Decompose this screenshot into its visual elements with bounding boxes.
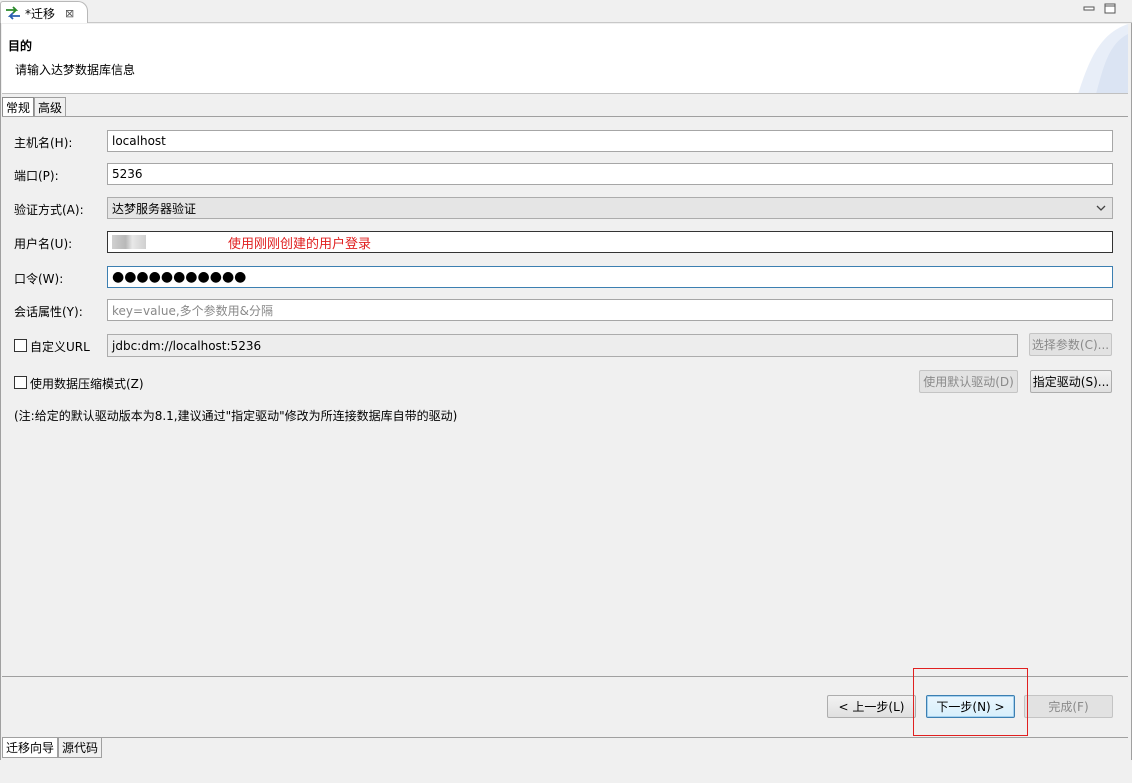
session-label: 会话属性(Y): [14,305,83,319]
host-value: localhost [112,134,166,148]
tab-advanced[interactable]: 高级 [34,97,67,117]
compression-checkbox[interactable] [14,376,27,389]
tab-migration-wizard[interactable]: 迁移向导 [2,738,59,758]
specify-driver-button[interactable]: 指定驱动(S)... [1030,370,1112,393]
auth-value: 达梦服务器验证 [112,201,197,216]
page-description: 请输入达梦数据库信息 [15,63,136,77]
compression-label: 使用数据压缩模式(Z) [30,377,144,391]
username-input[interactable]: 使用刚刚创建的用户登录 [107,231,1113,253]
editor-tab-title: *迁移 [25,6,56,21]
select-params-button[interactable]: 选择参数(C)... [1029,333,1112,356]
minimize-icon[interactable] [1083,3,1095,14]
host-label: 主机名(H): [14,136,73,150]
finish-button[interactable]: 完成(F) [1024,695,1113,718]
header-decoration-icon [1078,24,1128,93]
password-label: 口令(W): [14,272,64,286]
chevron-down-icon [1096,205,1106,211]
back-button[interactable]: < 上一步(L) [827,695,916,718]
port-label: 端口(P): [14,169,59,183]
tab-divider [2,116,1128,117]
auth-label: 验证方式(A): [14,203,84,217]
default-driver-button[interactable]: 使用默认驱动(D) [919,370,1018,393]
auth-select[interactable]: 达梦服务器验证 [107,197,1113,219]
port-value: 5236 [112,167,143,181]
custom-url-checkbox[interactable] [14,339,27,352]
custom-url-label: 自定义URL [30,340,90,354]
username-annotation: 使用刚刚创建的用户登录 [228,236,372,252]
username-label: 用户名(U): [14,237,73,251]
tab-general[interactable]: 常规 [2,97,35,117]
password-input[interactable]: ●●●●●●●●●●● [107,266,1113,288]
settings-tabs: 常规 高级 [2,97,67,117]
password-mask: ●●●●●●●●●●● [112,269,247,285]
port-input[interactable]: 5236 [107,163,1113,185]
annotation-highlight-box [913,668,1028,736]
redacted-username [112,235,146,249]
host-input[interactable]: localhost [107,130,1113,152]
session-input[interactable]: key=value,多个参数用&分隔 [107,299,1113,321]
driver-note: (注:给定的默认驱动版本为8.1,建议通过"指定驱动"修改为所连接数据库自带的驱… [14,409,458,423]
wizard-header: 目的 请输入达梦数据库信息 [2,24,1128,94]
custom-url-value: jdbc:dm://localhost:5236 [112,338,262,353]
editor-tab-migration[interactable]: *迁移 ⊠ [0,1,88,24]
close-icon[interactable]: ⊠ [65,7,74,20]
maximize-icon[interactable] [1104,3,1116,14]
custom-url-input[interactable]: jdbc:dm://localhost:5236 [107,334,1018,357]
page-title: 目的 [8,39,33,53]
tab-source-code[interactable]: 源代码 [58,738,103,758]
session-placeholder: key=value,多个参数用&分隔 [112,303,274,318]
bottom-tabs: 迁移向导 源代码 [2,737,1128,758]
migrate-arrows-icon [6,6,20,20]
editor-tab-bar: *迁移 ⊠ [0,0,1132,24]
